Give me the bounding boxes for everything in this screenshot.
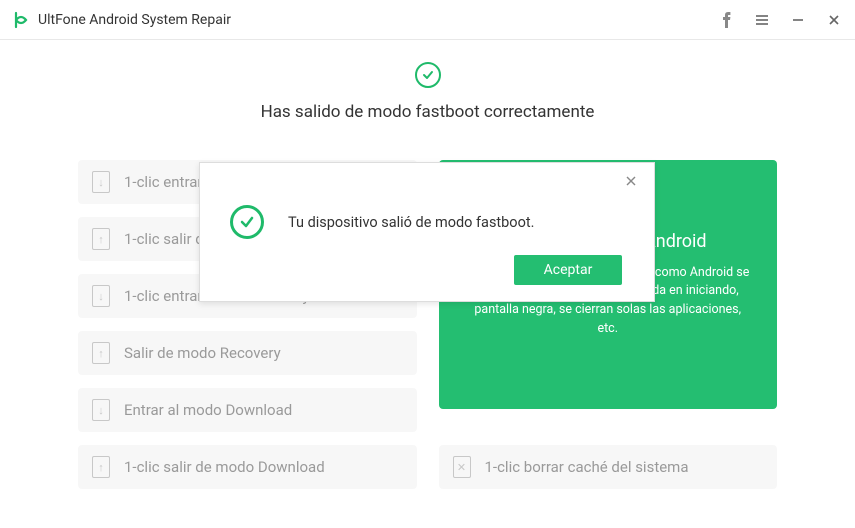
success-icon: [415, 62, 441, 88]
app-title: UltFone Android System Repair: [38, 12, 231, 28]
phone-icon: ✕: [453, 456, 471, 478]
phone-icon: ↑: [92, 342, 110, 364]
status-text: Has salido de modo fastboot correctament…: [261, 102, 595, 122]
phone-icon: ↓: [92, 171, 110, 193]
phone-icon: ↑: [92, 228, 110, 250]
titlebar: UltFone Android System Repair: [0, 0, 855, 40]
card-label: Entrar al modo Download: [124, 401, 292, 419]
accept-button[interactable]: Aceptar: [514, 255, 622, 285]
phone-icon: ↓: [92, 285, 110, 307]
status-area: Has salido de modo fastboot correctament…: [0, 40, 855, 122]
titlebar-left: UltFone Android System Repair: [12, 11, 231, 29]
dialog-text: Tu dispositivo salió de modo fastboot.: [288, 214, 534, 231]
confirmation-dialog: Tu dispositivo salió de modo fastboot. A…: [199, 162, 655, 302]
phone-icon: ↑: [92, 456, 110, 478]
clear-cache-card[interactable]: ✕ 1-clic borrar caché del sistema: [439, 445, 778, 489]
card-label: 1-clic borrar caché del sistema: [485, 458, 689, 476]
facebook-icon[interactable]: [717, 11, 735, 29]
titlebar-right: [717, 11, 843, 29]
close-icon[interactable]: [825, 11, 843, 29]
card-label: Salir de modo Recovery: [124, 344, 281, 362]
exit-download-card[interactable]: ↑ 1-clic salir de modo Download: [78, 445, 417, 489]
menu-icon[interactable]: [753, 11, 771, 29]
phone-icon: ↓: [92, 399, 110, 421]
dialog-body: Tu dispositivo salió de modo fastboot.: [218, 205, 636, 239]
dialog-close-icon[interactable]: [624, 173, 640, 189]
enter-download-card[interactable]: ↓ Entrar al modo Download: [78, 388, 417, 432]
app-logo-icon: [12, 11, 30, 29]
dialog-success-icon: [230, 205, 264, 239]
minimize-icon[interactable]: [789, 11, 807, 29]
card-label: 1-clic salir de modo Download: [124, 458, 325, 476]
exit-recovery-card[interactable]: ↑ Salir de modo Recovery: [78, 331, 417, 375]
